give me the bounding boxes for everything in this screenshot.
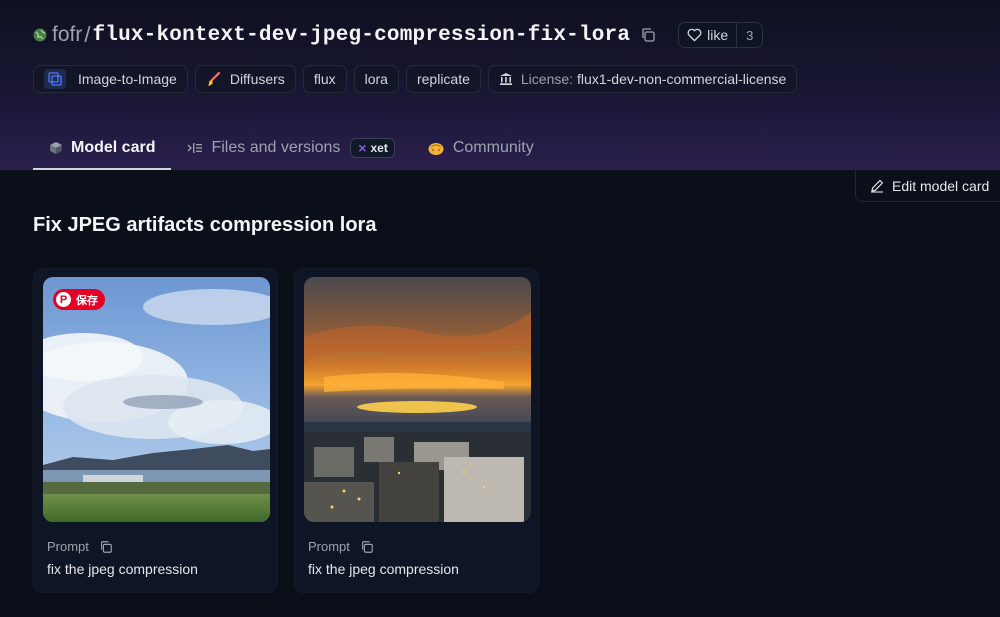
public-globe-icon [33,28,47,42]
like-count[interactable]: 3 [736,23,762,47]
tag-image-to-image[interactable]: Image-to-Image [33,65,188,93]
cube-icon [49,141,63,155]
tag-license[interactable]: License: flux1-dev-non-commercial-licens… [487,65,798,93]
prompt-label: Prompt [308,539,350,554]
prompt-text: fix the jpeg compression [47,561,198,577]
prompt-label-row: Prompt [47,539,113,554]
prompt-label: Prompt [47,539,89,554]
tag-label: flux [313,71,336,87]
tag-lora[interactable]: lora [353,65,399,93]
tag-flux[interactable]: flux [302,65,347,93]
file-list-icon [187,141,203,155]
community-hand-icon [427,140,445,156]
tag-label: lora [364,71,388,87]
xet-badge: ⨯ xet [350,137,395,158]
gallery-image-sunset-city[interactable] [304,277,531,522]
tab-files-and-versions[interactable]: Files and versions ⨯ xet [171,125,410,170]
license-value: flux1-dev-non-commercial-license [577,71,787,87]
image-to-image-icon [44,69,66,89]
like-button-main[interactable]: like [679,23,736,47]
copy-icon[interactable] [640,27,656,43]
tab-label: Files and versions [211,138,341,156]
tag-label: replicate [416,71,470,87]
xet-icon: ⨯ [357,140,368,155]
repo-separator: / [84,22,91,47]
copy-icon[interactable] [99,540,113,554]
prompt-text: fix the jpeg compression [308,561,459,577]
tag-replicate[interactable]: replicate [405,65,481,93]
pinterest-save-button[interactable]: P 保存 [53,289,105,310]
pinterest-save-label: 保存 [76,294,98,307]
tab-community[interactable]: Community [411,125,550,170]
repo-owner-link[interactable]: fofr [52,23,82,47]
tag-label: Image-to-Image [78,71,177,87]
copy-icon[interactable] [360,540,374,554]
tab-label: Community [452,138,534,156]
model-card-heading: Fix JPEG artifacts compression lora [33,214,377,236]
tag-diffusers[interactable]: Diffusers [194,65,296,93]
license-key: License: [520,71,574,87]
pinterest-icon: P [56,292,71,307]
prompt-label-row: Prompt [308,539,374,554]
xet-badge-label: xet [370,140,388,155]
gallery-card: P 保存 Prompt fix the jpeg compression [33,268,278,593]
gallery-image-landscape[interactable]: P 保存 [43,277,270,522]
like-button[interactable]: like 3 [678,22,764,48]
repo-name[interactable]: flux-kontext-dev-jpeg-compression-fix-lo… [92,24,630,47]
repo-title-row: fofr / flux-kontext-dev-jpeg-compression… [33,20,764,50]
gallery-card: Prompt fix the jpeg compression [294,268,539,593]
heart-icon [687,28,702,42]
tab-model-card[interactable]: Model card [33,125,172,170]
repo-tabs: Model card Files and versions ⨯ xet Comm… [33,125,550,170]
like-label: like [707,27,729,43]
tag-list: Image-to-Image Diffusers flux lora repli… [33,65,798,93]
repo-header: fofr / flux-kontext-dev-jpeg-compression… [0,0,1000,170]
bank-icon [499,72,513,86]
edit-model-card-label: Edit model card [892,177,990,194]
edit-model-card-button[interactable]: Edit model card [855,170,1000,202]
tab-label: Model card [71,138,156,156]
diffusers-brush-icon [206,71,222,87]
tag-label: Diffusers [229,71,285,87]
pencil-icon [871,179,883,193]
